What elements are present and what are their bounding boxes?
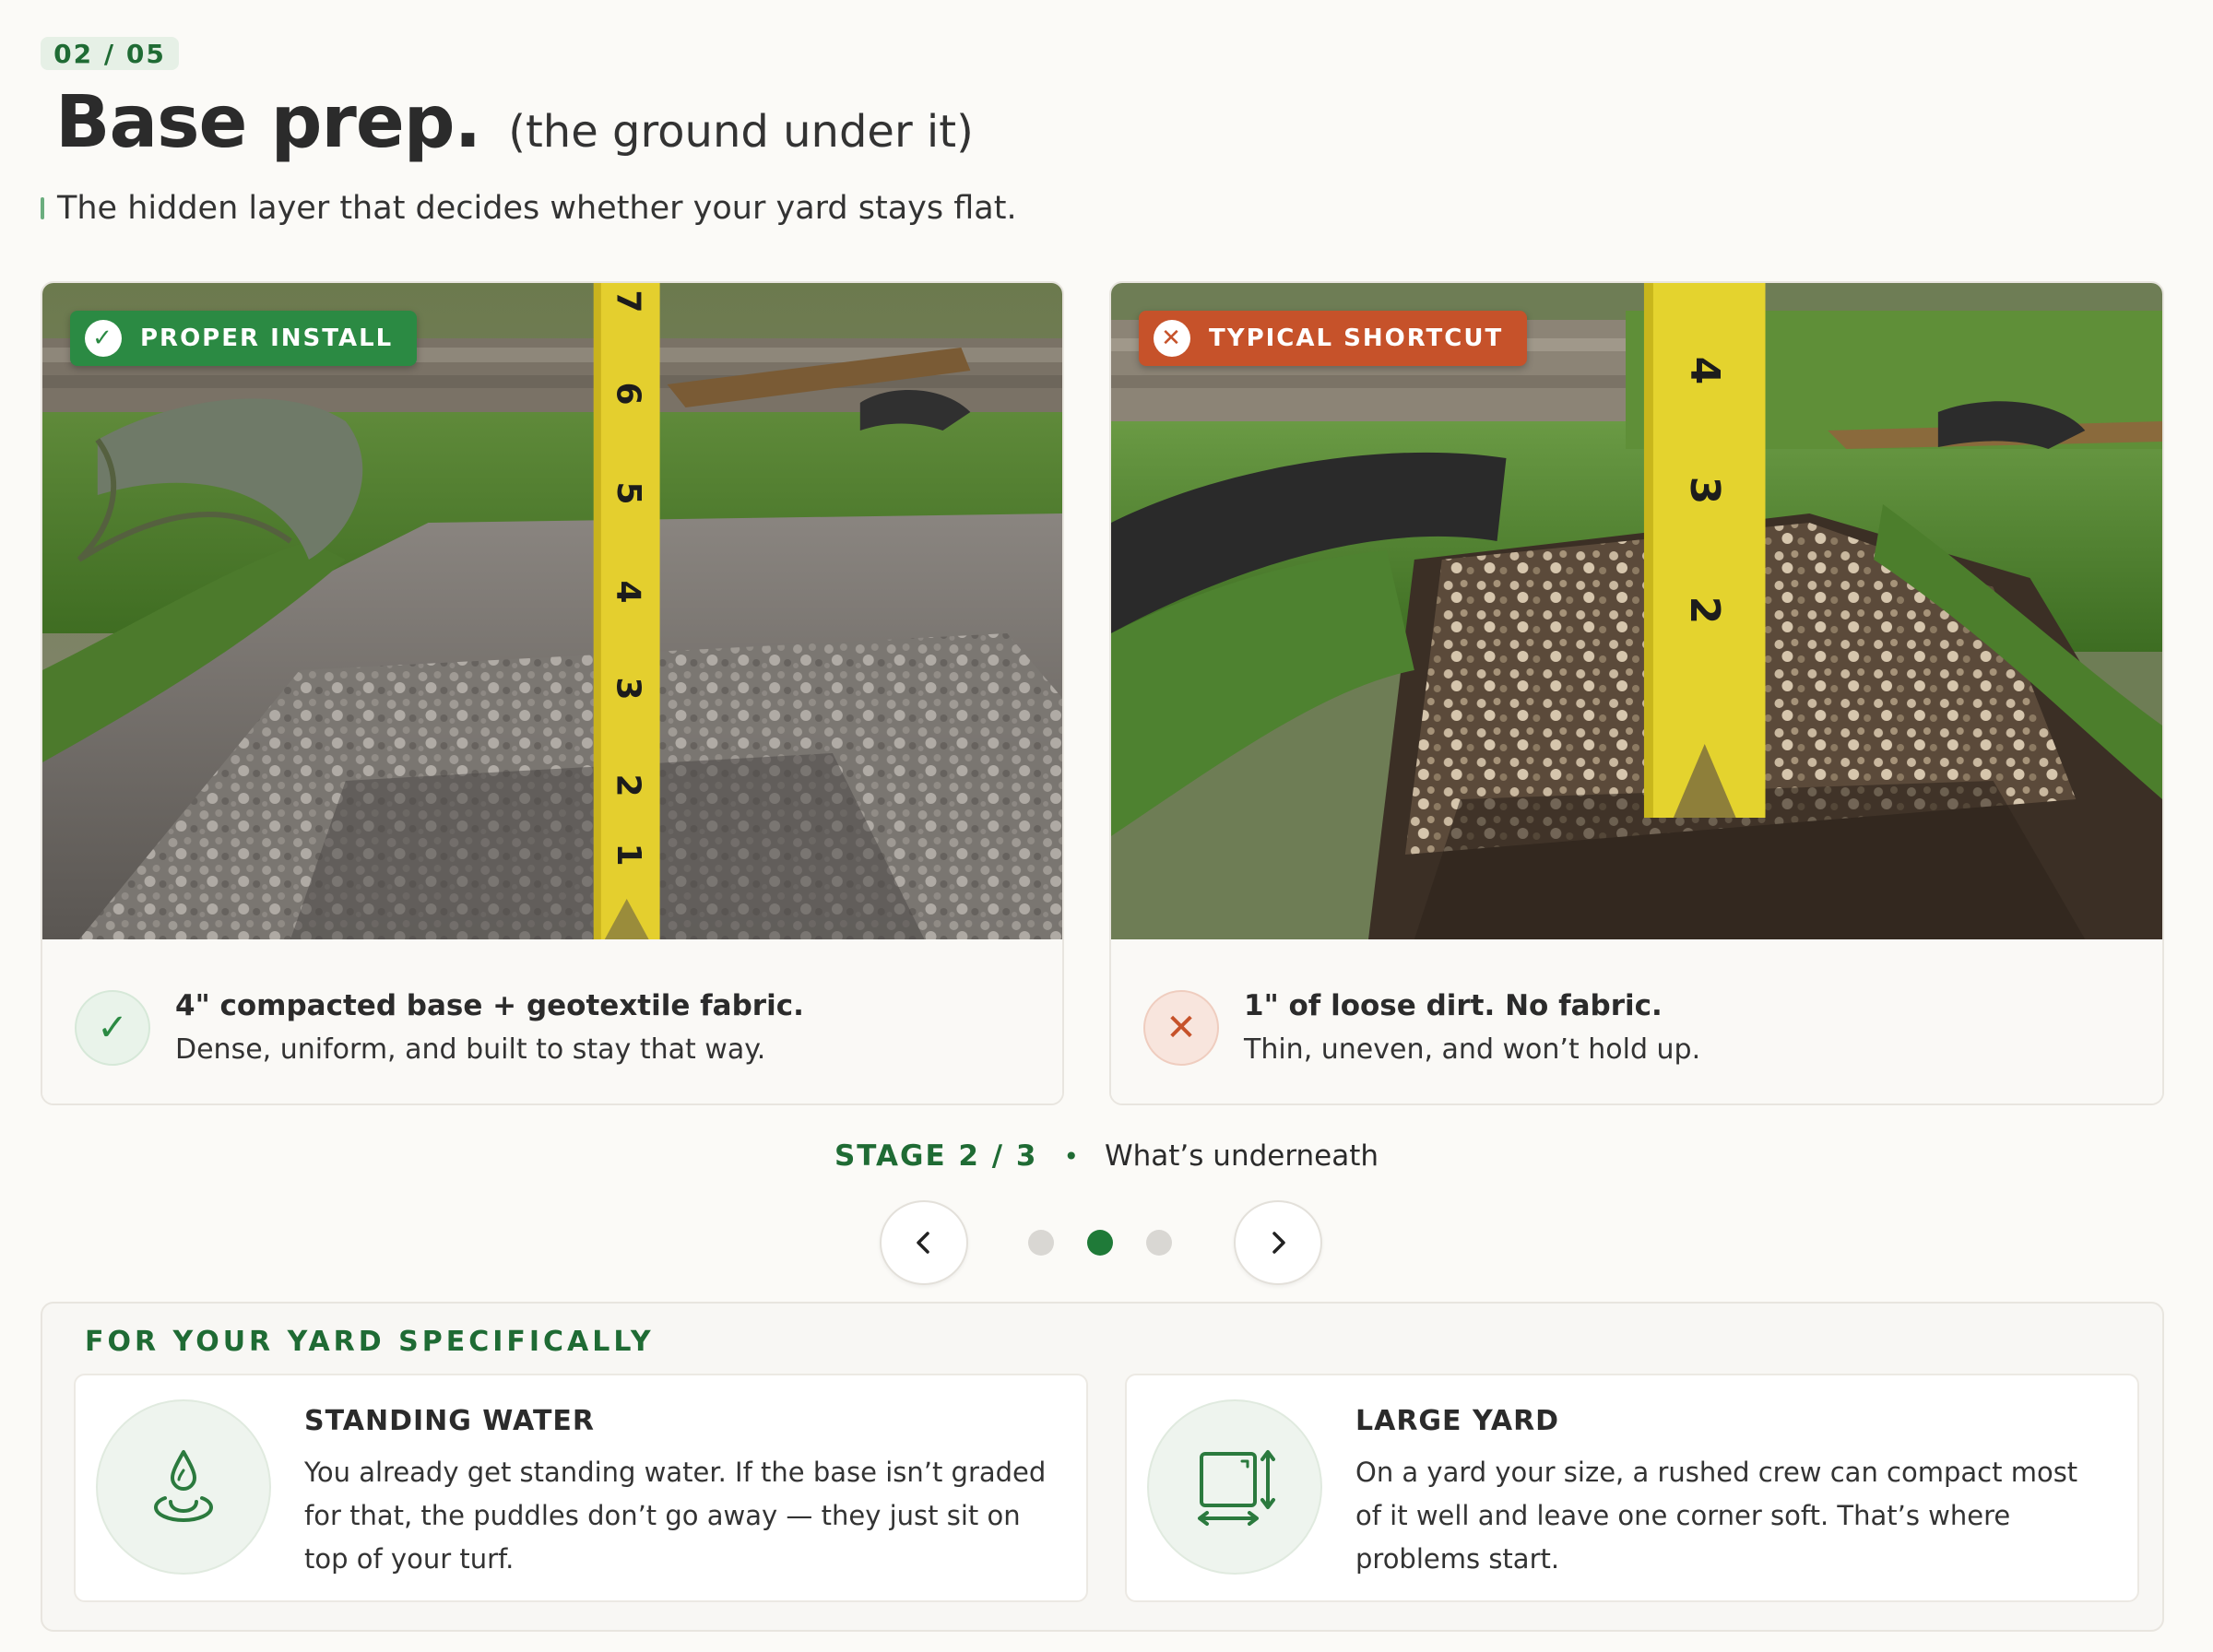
chevron-right-icon [1272,1232,1285,1254]
typical-shortcut-caption-head: 1" of loose dirt. No fabric. [1244,989,1663,1022]
page-title-aside: (the ground under it) [508,106,974,158]
standing-water-card: STANDING WATER You already get standing … [74,1374,1088,1602]
svg-text:3: 3 [1681,477,1728,505]
stage-indicator: STAGE 2 / 3 • What’s underneath [0,1139,2213,1173]
svg-text:6: 6 [609,382,647,405]
typical-shortcut-card: 4 3 2 ✕ TYPICAL SHORTCUT ✕ 1" of loose d… [1109,281,2164,1105]
typical-shortcut-tag-label: TYPICAL SHORTCUT [1209,324,1504,352]
svg-text:7: 7 [609,289,647,313]
x-icon: ✕ [1154,320,1190,357]
page-subtitle: The hidden layer that decides whether yo… [41,190,1017,227]
page-title-main: Base prep. [55,81,481,164]
standing-water-heading: STANDING WATER [304,1405,595,1437]
proper-install-photo: 7 6 5 4 3 2 1 ✓ PROPER INSTALL [42,283,1062,939]
proper-install-tag: ✓ PROPER INSTALL [70,311,418,366]
check-circle-icon: ✓ [75,990,150,1066]
large-yard-card: LARGE YARD On a yard your size, a rushed… [1125,1374,2139,1602]
stage-separator: • [1063,1140,1079,1172]
typical-shortcut-photo: 4 3 2 ✕ TYPICAL SHORTCUT [1111,283,2162,939]
svg-text:2: 2 [609,773,647,796]
proper-install-card: 7 6 5 4 3 2 1 ✓ PROPER INSTALL ✓ 4" comp… [41,281,1064,1105]
proper-install-caption-body: Dense, uniform, and built to stay that w… [175,1033,766,1066]
svg-text:2: 2 [1681,596,1728,625]
stage-number: STAGE 2 / 3 [834,1139,1038,1173]
proper-install-tag-label: PROPER INSTALL [140,324,394,352]
svg-text:4: 4 [609,580,647,603]
large-yard-text: On a yard your size, a rushed crew can c… [1355,1457,2078,1575]
svg-text:3: 3 [609,677,647,700]
stage-label: What’s underneath [1104,1139,1379,1173]
svg-text:4: 4 [1681,357,1728,385]
x-circle-icon: ✕ [1143,990,1219,1066]
yard-panel-title: FOR YOUR YARD SPECIFICALLY [85,1326,655,1358]
check-icon: ✓ [85,320,122,357]
previous-stage-button[interactable] [880,1200,968,1285]
typical-shortcut-caption: ✕ 1" of loose dirt. No fabric. Thin, une… [1111,939,2162,1103]
page-title: Base prep. (the ground under it) [55,81,974,164]
pager-dot-3[interactable] [1146,1230,1172,1256]
water-drop-icon [96,1399,271,1575]
pager-dot-2-active[interactable] [1087,1230,1113,1256]
pager-dot-1[interactable] [1028,1230,1054,1256]
svg-text:5: 5 [609,481,647,504]
yard-specific-panel: FOR YOUR YARD SPECIFICALLY STANDING WATE… [41,1302,2164,1632]
typical-shortcut-tag: ✕ TYPICAL SHORTCUT [1139,311,1528,366]
yard-size-icon [1147,1399,1322,1575]
large-yard-heading: LARGE YARD [1355,1405,1560,1437]
subtitle-accent-bar [41,197,44,219]
standing-water-text: You already get standing water. If the b… [304,1457,1047,1575]
subtitle-text: The hidden layer that decides whether yo… [57,190,1017,227]
proper-install-caption-head: 4" compacted base + geotextile fabric. [175,989,804,1022]
svg-text:1: 1 [609,843,647,866]
typical-shortcut-caption-body: Thin, uneven, and won’t hold up. [1244,1033,1701,1066]
proper-install-caption: ✓ 4" compacted base + geotextile fabric.… [42,939,1062,1103]
chevron-left-icon [917,1232,929,1254]
step-counter: 02 / 05 [41,37,179,70]
next-stage-button[interactable] [1234,1200,1322,1285]
